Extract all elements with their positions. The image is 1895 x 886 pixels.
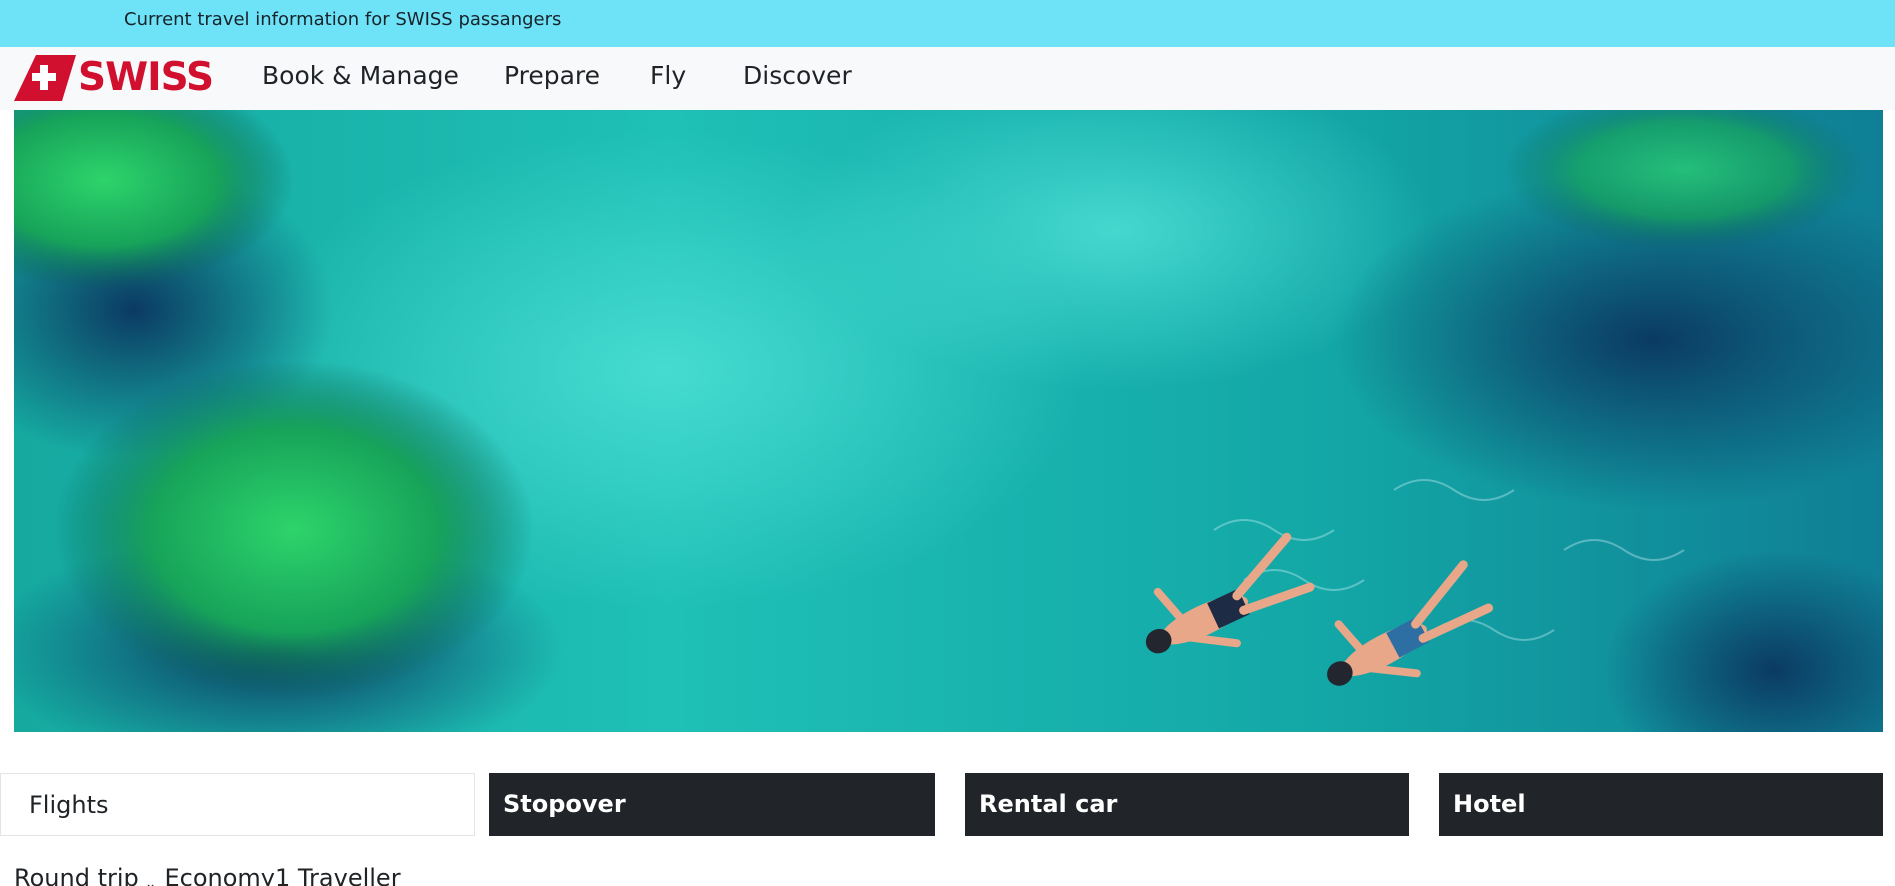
- aerial-snorkelers-image: [14, 110, 1883, 732]
- travel-info-bar: Current travel information for SWISS pas…: [0, 0, 1895, 47]
- trip-type-select[interactable]: Round trip ⌄: [14, 864, 164, 886]
- nav-prepare[interactable]: Prepare: [504, 61, 600, 91]
- trip-type-label: Round trip: [14, 864, 139, 886]
- logo-wordmark: SWISS: [78, 55, 214, 100]
- nav-book-manage[interactable]: Book & Manage: [262, 61, 459, 91]
- swiss-flag-icon: [14, 55, 76, 101]
- tab-rental-car[interactable]: Rental car: [965, 773, 1409, 836]
- booking-options: Round trip ⌄ Economy1 Traveller: [14, 864, 401, 886]
- cabin-class-select[interactable]: Economy: [164, 864, 275, 886]
- chevron-down-icon: ⌄: [144, 876, 157, 886]
- tab-stopover[interactable]: Stopover: [489, 773, 935, 836]
- swiss-logo[interactable]: SWISS: [14, 55, 214, 101]
- tab-flights[interactable]: Flights: [0, 773, 475, 836]
- travel-info-link[interactable]: Current travel information for SWISS pas…: [124, 9, 561, 30]
- hero-image: [14, 110, 1883, 732]
- nav-fly[interactable]: Fly: [650, 61, 686, 91]
- tab-hotel[interactable]: Hotel: [1439, 773, 1883, 836]
- travellers-select[interactable]: 1 Traveller: [275, 864, 401, 886]
- nav-discover[interactable]: Discover: [743, 61, 852, 91]
